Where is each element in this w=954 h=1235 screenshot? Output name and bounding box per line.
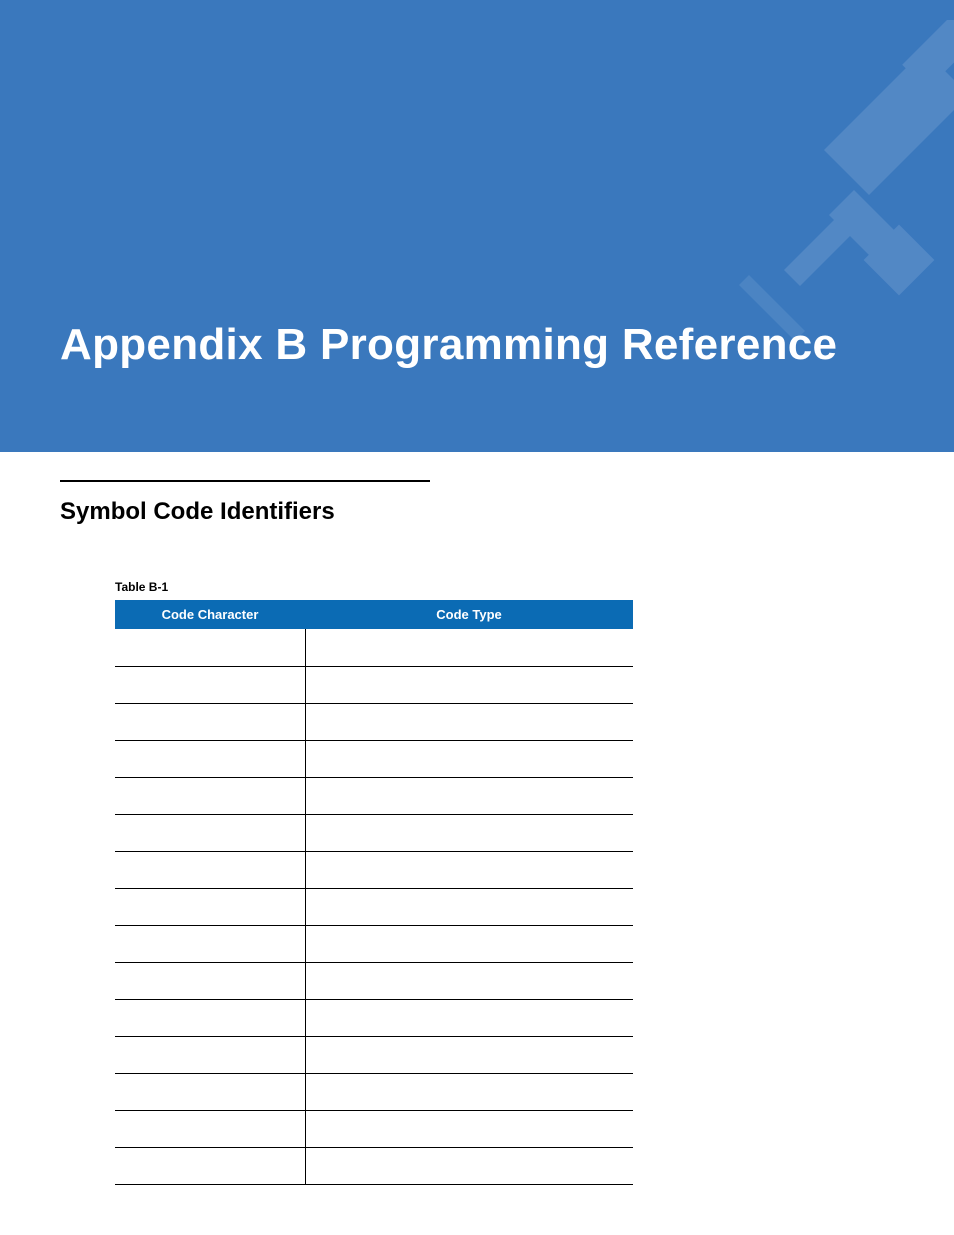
cell-code-type [305, 999, 633, 1036]
table-row [115, 1110, 633, 1147]
cell-code-type [305, 1036, 633, 1073]
col-header-code-type: Code Type [305, 600, 633, 629]
cell-code-character [115, 888, 305, 925]
cell-code-character [115, 703, 305, 740]
cell-code-character [115, 777, 305, 814]
col-header-code-character: Code Character [115, 600, 305, 629]
hero-banner: Appendix B Programming Reference [0, 0, 954, 452]
cell-code-type [305, 851, 633, 888]
cell-code-type [305, 814, 633, 851]
table-row [115, 814, 633, 851]
cell-code-type [305, 925, 633, 962]
section-title: Symbol Code Identifiers [60, 498, 894, 526]
cell-code-character [115, 1073, 305, 1110]
section-rule [60, 480, 430, 482]
cell-code-character [115, 1036, 305, 1073]
table-row [115, 740, 633, 777]
table-row [115, 1073, 633, 1110]
cell-code-character [115, 999, 305, 1036]
cell-code-type [305, 740, 633, 777]
cell-code-character [115, 925, 305, 962]
cell-code-character [115, 851, 305, 888]
cell-code-type [305, 777, 633, 814]
cell-code-type [305, 629, 633, 666]
cell-code-type [305, 888, 633, 925]
scanner-watermark-icon [574, 20, 954, 440]
page-title: Appendix B Programming Reference [60, 320, 837, 370]
table-row [115, 999, 633, 1036]
cell-code-character [115, 814, 305, 851]
cell-code-character [115, 962, 305, 999]
content-area: Symbol Code Identifiers Table B-1 Code C… [0, 452, 954, 1185]
cell-code-character [115, 740, 305, 777]
cell-code-character [115, 1147, 305, 1184]
table-row [115, 925, 633, 962]
symbol-code-table: Code Character Code Type [115, 600, 633, 1185]
cell-code-type [305, 1073, 633, 1110]
cell-code-character [115, 1110, 305, 1147]
cell-code-type [305, 962, 633, 999]
table-row [115, 1147, 633, 1184]
table-row [115, 703, 633, 740]
table-row [115, 629, 633, 666]
cell-code-character [115, 666, 305, 703]
table-row [115, 1036, 633, 1073]
cell-code-type [305, 703, 633, 740]
table-label: Table B-1 [115, 580, 633, 594]
table-wrap: Table B-1 Code Character Code Type [115, 580, 633, 1185]
cell-code-type [305, 1147, 633, 1184]
cell-code-type [305, 1110, 633, 1147]
table-row [115, 851, 633, 888]
table-row [115, 888, 633, 925]
cell-code-character [115, 629, 305, 666]
cell-code-type [305, 666, 633, 703]
table-row [115, 777, 633, 814]
table-row [115, 962, 633, 999]
table-row [115, 666, 633, 703]
